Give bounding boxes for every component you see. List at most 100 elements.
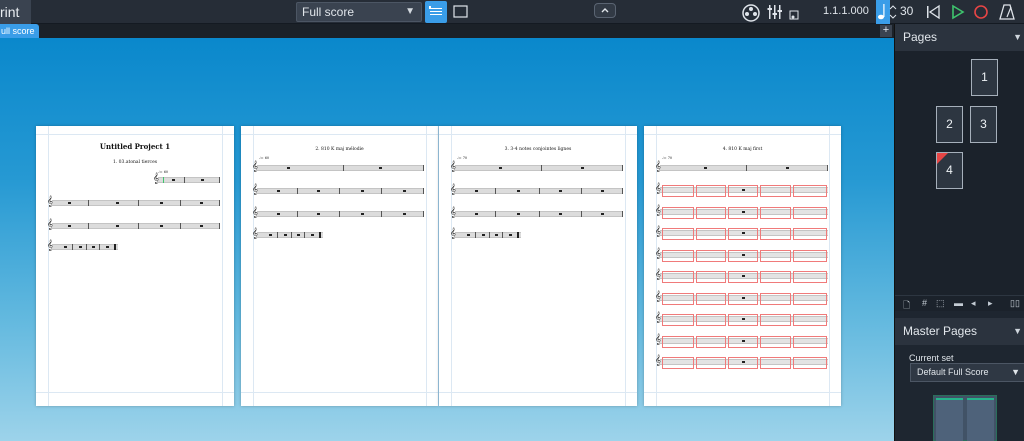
barline: [475, 232, 476, 238]
score-page-3[interactable]: 3. 3-4 notes conjointes lignes ♩= 70 𝄞 𝄞…: [439, 126, 637, 406]
mode-tab-print[interactable]: rint: [0, 0, 31, 24]
tab-full-score[interactable]: ull score: [0, 24, 39, 38]
staff[interactable]: 𝄞: [252, 208, 424, 218]
staff[interactable]: 𝄞: [47, 220, 220, 230]
staff[interactable]: 𝄞: [153, 174, 220, 184]
rest: [495, 234, 498, 236]
play-icon[interactable]: [946, 1, 968, 23]
mixer-icon[interactable]: [764, 1, 786, 23]
staff[interactable]: 𝄞: [252, 185, 424, 195]
casting-off-frame: [728, 336, 758, 348]
master-page-preview[interactable]: [933, 395, 997, 441]
treble-clef-icon: 𝄞: [655, 291, 661, 302]
page-thumbnail[interactable]: 3: [970, 106, 997, 143]
staff[interactable]: 𝄞: [655, 249, 828, 262]
staff[interactable]: 𝄞: [655, 313, 828, 326]
casting-off-frame: [728, 314, 758, 326]
tempo-value[interactable]: 30: [900, 4, 913, 18]
staff[interactable]: 𝄞: [655, 206, 828, 219]
rest: [581, 167, 584, 169]
casting-off-frame: [793, 271, 827, 283]
treble-clef-icon: 𝄞: [252, 207, 258, 218]
staff[interactable]: 𝄞: [655, 356, 828, 369]
staff[interactable]: 𝄞: [252, 162, 424, 172]
rest: [200, 202, 203, 204]
staff[interactable]: 𝄞: [655, 162, 828, 172]
staff[interactable]: 𝄞: [655, 270, 828, 283]
rest: [201, 179, 204, 181]
margin-guide: [644, 392, 841, 393]
staff[interactable]: 𝄞: [450, 208, 623, 218]
rest: [200, 225, 203, 227]
page-thumbnail[interactable]: 4: [936, 152, 963, 189]
treble-clef-icon: 𝄞: [655, 355, 661, 366]
rest: [742, 340, 745, 342]
barline: [539, 188, 540, 194]
staff[interactable]: 𝄞: [450, 229, 521, 239]
casting-off-frame: [662, 228, 694, 240]
staff[interactable]: 𝄞: [450, 185, 623, 195]
score-page-1[interactable]: Untitled Project 1 1. 03.atonal tierces …: [36, 126, 234, 406]
staff[interactable]: 𝄞: [655, 184, 828, 197]
barline: [219, 177, 220, 183]
barline: [746, 165, 747, 171]
rest: [106, 246, 109, 248]
staff[interactable]: 𝄞: [47, 197, 220, 207]
page-number-tool[interactable]: #: [922, 298, 927, 308]
record-icon[interactable]: [970, 1, 992, 23]
page-view-button[interactable]: [449, 1, 471, 23]
staff[interactable]: 𝄞: [450, 162, 623, 172]
staff[interactable]: 𝄞: [47, 241, 118, 251]
staff[interactable]: 𝄞: [252, 229, 323, 239]
break-icon[interactable]: ▬: [954, 298, 963, 308]
right-panel: Pages ▼ 1 2 3 4 🗋 # ⬚ ▬ ◂ ▸ ▯▯ Master Pa…: [894, 24, 1024, 441]
video-icon[interactable]: [740, 1, 762, 23]
barline: [423, 165, 424, 171]
rest: [742, 361, 745, 363]
staff[interactable]: 𝄞: [655, 335, 828, 348]
page-number: 2: [946, 117, 953, 131]
staff[interactable]: 𝄞: [655, 227, 828, 240]
tempo-updown-icon[interactable]: [889, 1, 897, 23]
rest: [317, 190, 320, 192]
rest: [317, 213, 320, 215]
master-page-set-select[interactable]: Default Full Score ▼: [910, 363, 1024, 382]
chevron-down-icon: ▼: [405, 6, 415, 17]
staff[interactable]: 𝄞: [655, 292, 828, 305]
tempo-note-button[interactable]: [876, 0, 890, 24]
flow-title: 3. 3-4 notes conjointes lignes: [504, 147, 572, 152]
next-icon[interactable]: ▸: [988, 298, 993, 309]
metronome-icon[interactable]: [996, 1, 1018, 23]
barline: [72, 244, 73, 250]
add-tab-button[interactable]: +: [880, 25, 892, 37]
select-value: Default Full Score: [917, 367, 989, 377]
barline: [622, 211, 623, 217]
galley-view-button[interactable]: [425, 1, 447, 23]
treble-clef-icon: 𝄞: [47, 219, 53, 230]
layout-select[interactable]: Full score ▼: [296, 2, 422, 22]
collapse-button[interactable]: [594, 3, 616, 18]
rest: [277, 213, 280, 215]
previous-icon[interactable]: ◂: [971, 298, 976, 309]
sound-icon[interactable]: [784, 1, 806, 23]
spread-icon[interactable]: ▯▯: [1010, 298, 1020, 309]
page-thumbnail[interactable]: 2: [936, 106, 963, 143]
master-pages-panel-header[interactable]: Master Pages ▼: [895, 318, 1024, 345]
pages-panel-header[interactable]: Pages ▼: [895, 24, 1024, 51]
new-page-icon[interactable]: 🗋: [903, 298, 910, 314]
barline: [622, 188, 623, 194]
rest: [68, 202, 71, 204]
rewind-icon[interactable]: [922, 1, 944, 23]
tempo-marking: ♩= 60: [158, 170, 169, 174]
frame-icon[interactable]: ⬚: [936, 298, 945, 309]
casting-off-frame: [793, 207, 827, 219]
score-page-4[interactable]: 4. 810 K maj first ♩= 70 𝄞 𝄞 𝄞 𝄞 𝄞 𝄞 𝄞 𝄞 𝄞 𝄞: [644, 126, 841, 406]
score-canvas[interactable]: Untitled Project 1 1. 03.atonal tierces …: [0, 38, 894, 441]
treble-clef-icon: 𝄞: [655, 312, 661, 323]
margin-guide: [48, 126, 49, 406]
score-page-2[interactable]: 2. 810 K maj mélodie ♩= 60 𝄞 𝄞 𝄞 𝄞: [241, 126, 438, 406]
barline: [381, 188, 382, 194]
page-thumbnail[interactable]: 1: [971, 59, 998, 96]
barline: [423, 188, 424, 194]
rest: [160, 225, 163, 227]
